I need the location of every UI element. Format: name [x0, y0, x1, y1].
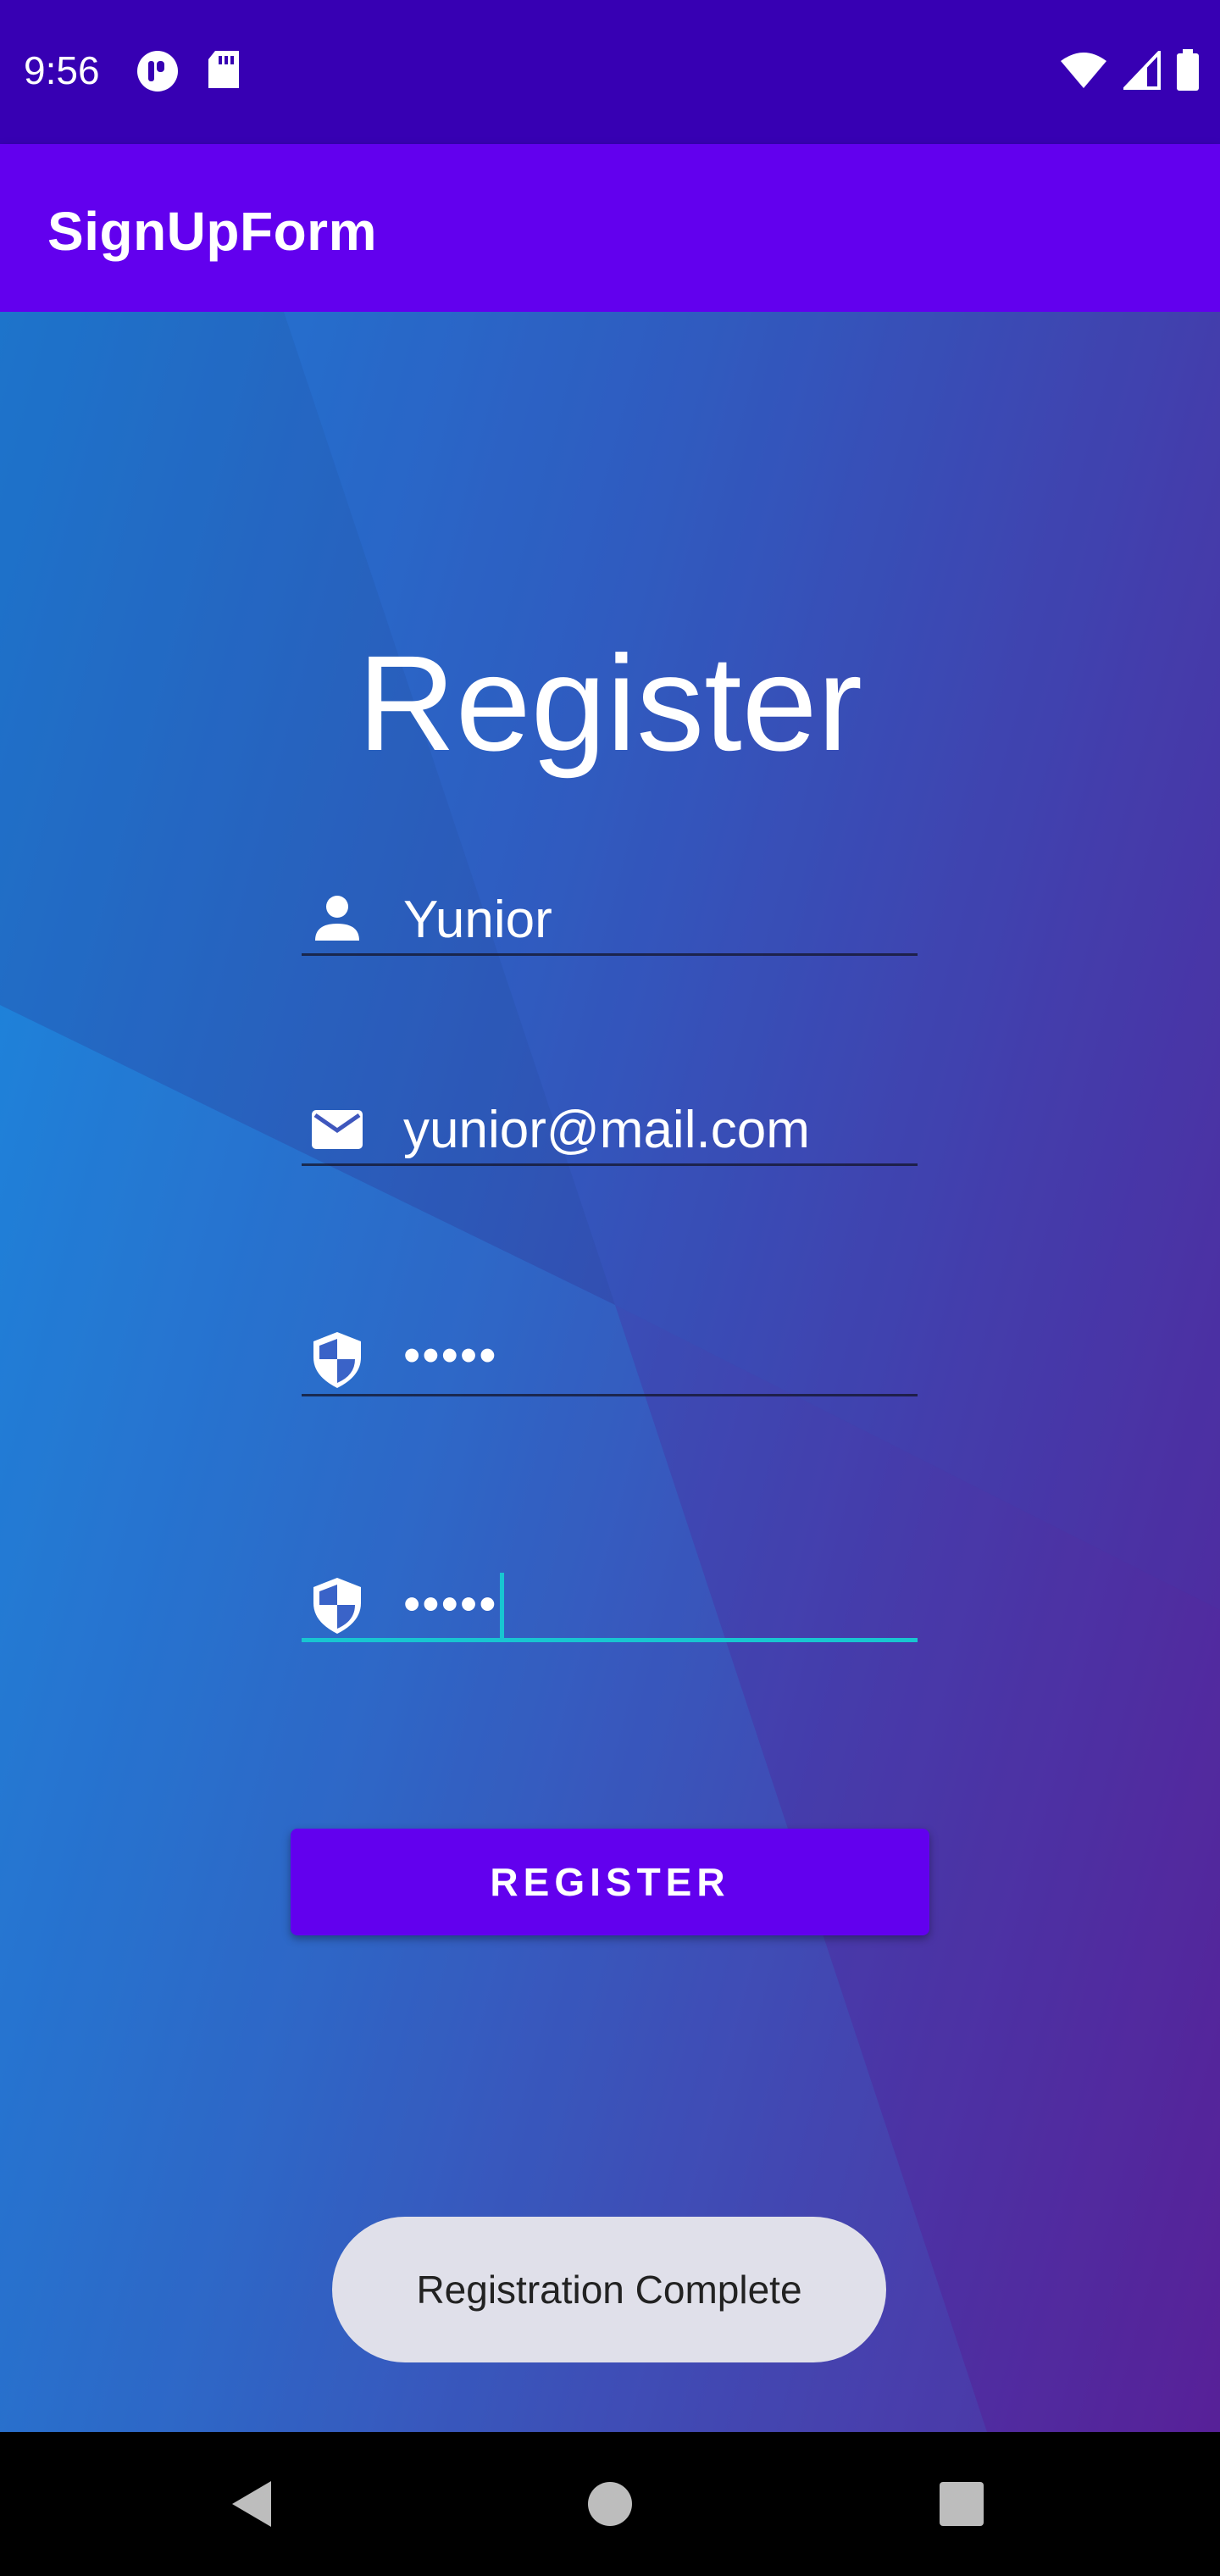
toast-message: Registration Complete [416, 2268, 802, 2312]
sd-card-icon [208, 51, 239, 88]
recents-icon[interactable] [932, 2474, 991, 2534]
shield-icon [313, 1332, 361, 1388]
status-bar: 9:56 [0, 0, 1220, 144]
confirm-password-field[interactable]: ••••• [302, 1566, 918, 1642]
app-bar: SignUpForm [0, 144, 1220, 312]
app-title: SignUpForm [47, 201, 377, 262]
person-icon [315, 896, 359, 941]
wifi-icon [1061, 53, 1106, 88]
confirm-password-text: ••••• [403, 1576, 498, 1632]
mail-icon [312, 1110, 363, 1149]
register-heading: Register [358, 627, 862, 779]
confirm-password-value: ••••• [403, 1573, 504, 1642]
app-screen: 9:56 SignUpForm Register Yunior yunior@m… [0, 0, 1220, 2576]
register-button[interactable]: REGISTER [291, 1829, 929, 1935]
status-left-icons [136, 49, 242, 93]
shield-icon [313, 1578, 361, 1634]
status-right-icons [1059, 49, 1200, 92]
status-time: 9:56 [24, 48, 100, 92]
name-field[interactable]: Yunior [302, 880, 918, 956]
battery-icon [1177, 49, 1199, 91]
email-field[interactable]: yunior@mail.com [302, 1090, 918, 1166]
notification-icon [137, 51, 178, 92]
password-field[interactable]: ••••• [302, 1320, 918, 1396]
name-value: Yunior [403, 891, 552, 949]
back-icon[interactable] [224, 2474, 283, 2534]
toast: Registration Complete [332, 2217, 886, 2362]
form-content: Register Yunior yunior@mail.com ••••• ••… [0, 312, 1220, 2432]
signal-icon [1123, 51, 1161, 90]
email-value: yunior@mail.com [403, 1101, 810, 1159]
navigation-bar [0, 2432, 1220, 2576]
text-cursor [499, 1573, 504, 1642]
password-value: ••••• [403, 1328, 498, 1383]
home-icon[interactable] [580, 2474, 640, 2534]
